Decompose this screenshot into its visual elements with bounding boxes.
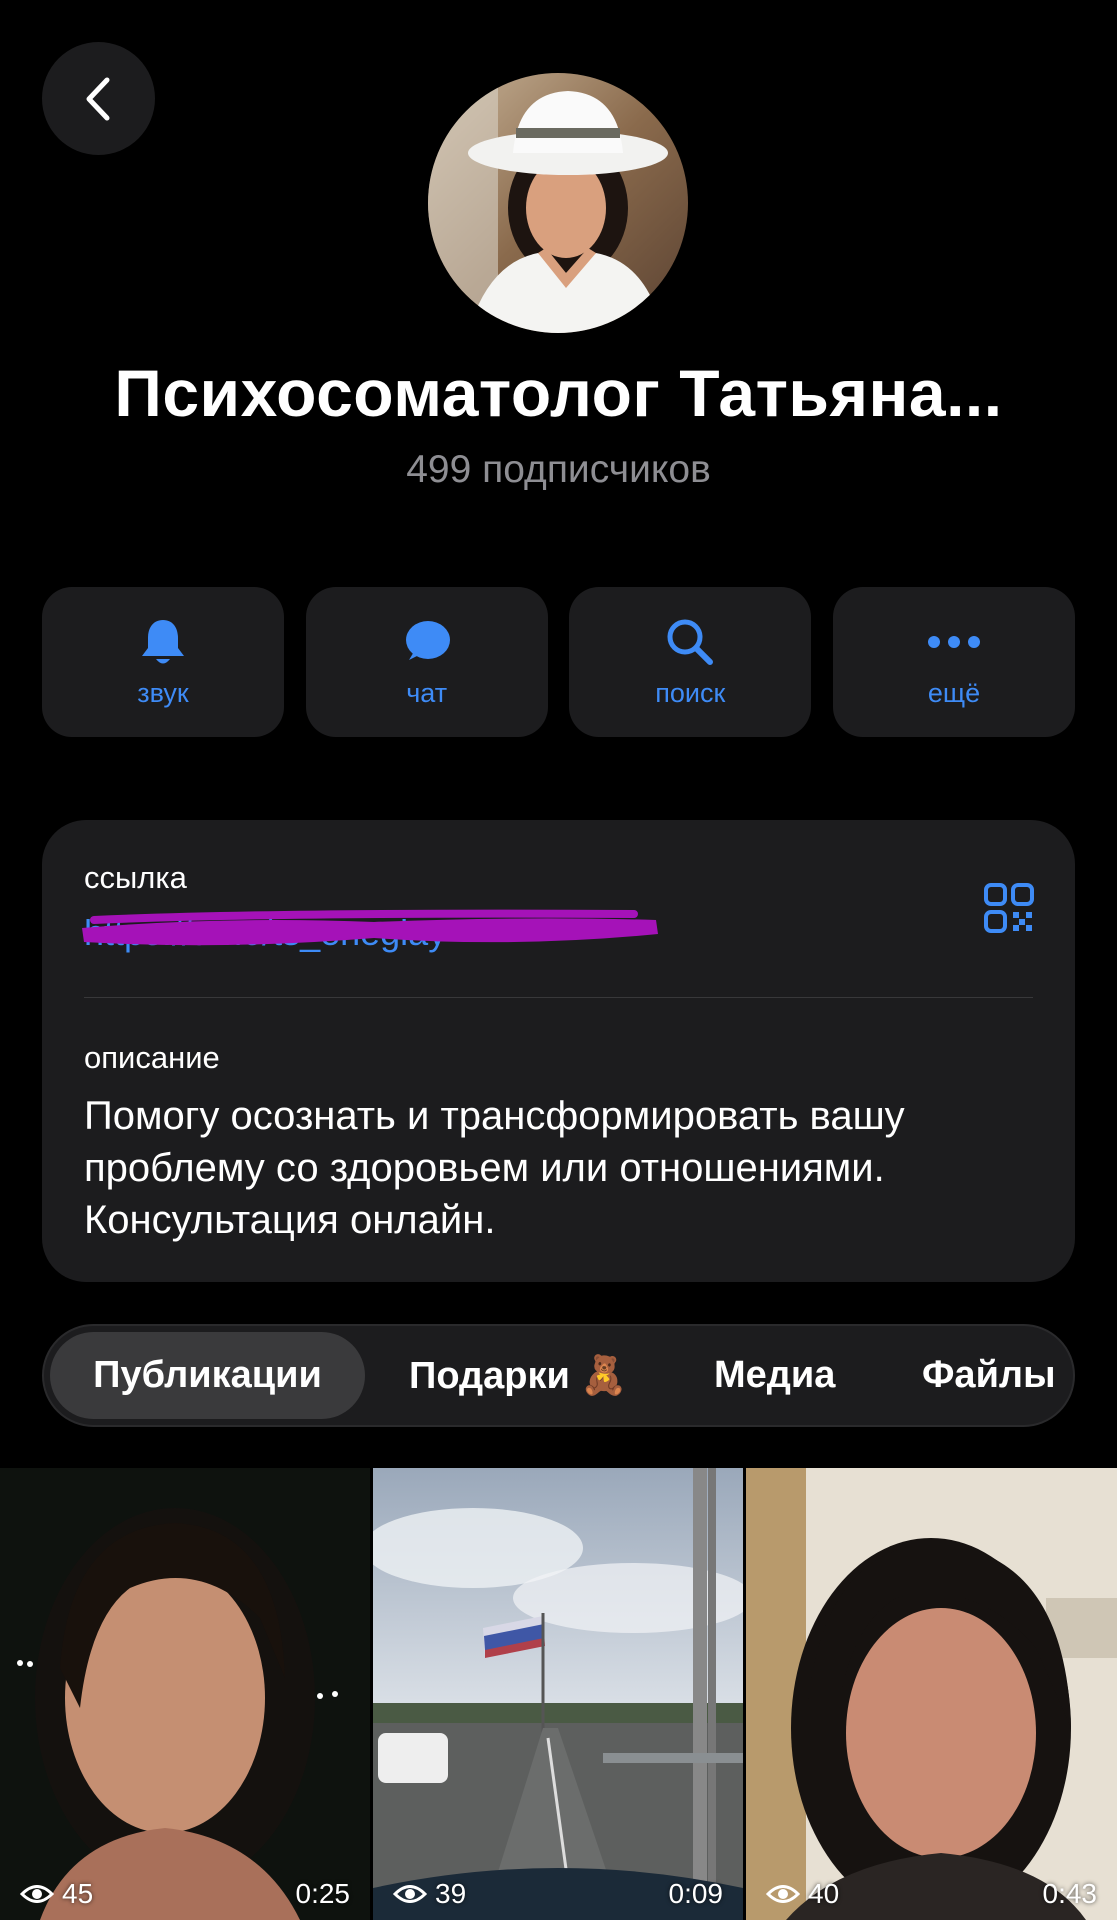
chat-button-label: чат xyxy=(406,677,448,708)
tab-gifts[interactable]: Подарки 🧸 xyxy=(409,1326,628,1425)
tab-publications[interactable]: Публикации xyxy=(50,1332,365,1419)
qr-code-icon xyxy=(984,883,1034,933)
post-thumbnail xyxy=(746,1468,1117,1920)
post-tile[interactable]: 39 0:09 xyxy=(373,1468,743,1920)
post-meta: 39 0:09 xyxy=(393,1878,723,1910)
search-icon xyxy=(667,619,714,665)
info-divider xyxy=(84,997,1033,998)
tab-files[interactable]: Файлы xyxy=(922,1326,1056,1425)
chevron-left-icon xyxy=(86,77,109,120)
eye-icon xyxy=(393,1885,427,1903)
description-text: Помогу осознать и трансформировать вашу … xyxy=(84,1094,905,1242)
tab-media[interactable]: Медиа xyxy=(714,1326,835,1425)
bell-icon xyxy=(142,619,184,663)
post-duration: 0:25 xyxy=(295,1878,351,1909)
post-grid: 45 0:25 39 0:09 40 0:43 xyxy=(0,1468,1117,1920)
back-button[interactable] xyxy=(42,42,155,155)
chat-bubble-icon xyxy=(405,620,450,660)
channel-avatar[interactable] xyxy=(428,73,688,333)
post-duration: 0:09 xyxy=(668,1878,724,1909)
more-dots-icon xyxy=(927,635,980,648)
qr-code-button[interactable] xyxy=(983,882,1035,939)
post-views-count: 45 xyxy=(62,1878,94,1909)
post-tile[interactable]: 45 0:25 xyxy=(0,1468,370,1920)
link-label: ссылка xyxy=(84,860,187,895)
search-button-label: поиск xyxy=(655,677,726,708)
chat-button[interactable]: чат xyxy=(305,587,548,737)
post-thumbnail xyxy=(0,1468,370,1920)
post-thumbnail xyxy=(373,1468,743,1920)
post-meta: 40 0:43 xyxy=(766,1878,1097,1910)
more-button-label: ещё xyxy=(927,677,981,708)
channel-title: Психосоматолог Татьяна... xyxy=(114,356,1003,430)
post-views: 40 xyxy=(766,1878,839,1910)
channel-info-card: ссылка https://t.me/ts_enegiay описание … xyxy=(42,820,1075,1282)
action-bar: звук чат поиск ещё xyxy=(42,587,1075,737)
post-views: 39 xyxy=(393,1878,466,1910)
post-views: 45 xyxy=(20,1878,93,1910)
description-label: описание xyxy=(84,1040,220,1075)
more-button[interactable]: ещё xyxy=(832,587,1075,737)
post-tile[interactable]: 40 0:43 xyxy=(746,1468,1117,1920)
sound-button-label: звук xyxy=(137,677,189,708)
eye-icon xyxy=(766,1885,800,1903)
search-button[interactable]: поиск xyxy=(569,587,812,737)
post-views-count: 39 xyxy=(435,1878,467,1909)
content-tabs: Публикации Подарки 🧸 Медиа Файлы xyxy=(42,1324,1075,1427)
subscriber-count: 499 подписчиков xyxy=(406,448,711,491)
eye-icon xyxy=(20,1885,54,1903)
post-meta: 45 0:25 xyxy=(20,1878,350,1910)
post-duration: 0:43 xyxy=(1042,1878,1098,1909)
redaction-scribble xyxy=(82,909,658,946)
sound-button[interactable]: звук xyxy=(42,587,284,737)
post-views-count: 40 xyxy=(808,1878,840,1909)
